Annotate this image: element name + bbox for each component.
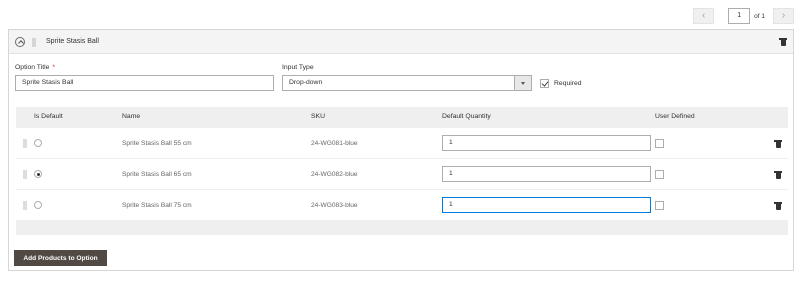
table-row: Sprite Stasis Ball 55 cm 24-WG081-blue 1 xyxy=(16,128,788,158)
product-name: Sprite Stasis Ball 55 cm xyxy=(122,140,192,147)
previous-page-button[interactable]: ‹ xyxy=(693,8,715,24)
header-sku: SKU xyxy=(311,113,325,120)
table-header: Is Default Name SKU Default Quantity Use… xyxy=(16,107,788,127)
drag-handle-icon[interactable] xyxy=(23,170,27,179)
is-default-radio[interactable] xyxy=(34,139,42,147)
is-default-radio[interactable] xyxy=(34,201,42,209)
product-sku: 24-WG082-blue xyxy=(311,171,358,178)
option-title-input[interactable]: Sprite Stasis Ball xyxy=(15,75,274,91)
user-defined-checkbox[interactable] xyxy=(655,201,664,210)
default-quantity-input[interactable]: 1 xyxy=(442,166,651,182)
header-default-quantity: Default Quantity xyxy=(442,113,491,120)
pager: ‹ 1 of 1 › xyxy=(693,8,794,24)
user-defined-checkbox[interactable] xyxy=(655,170,664,179)
product-name: Sprite Stasis Ball 75 cm xyxy=(122,202,192,209)
header-user-defined: User Defined xyxy=(655,113,695,120)
drag-handle-icon[interactable] xyxy=(23,139,27,148)
delete-row-icon[interactable] xyxy=(774,140,782,148)
chevron-right-icon: › xyxy=(781,10,786,21)
drag-handle-icon[interactable] xyxy=(23,201,27,210)
selections-table: Is Default Name SKU Default Quantity Use… xyxy=(16,107,788,235)
header-is-default: Is Default xyxy=(34,113,63,120)
delete-option-icon[interactable] xyxy=(779,38,787,46)
option-header-title: Sprite Stasis Ball xyxy=(46,38,99,45)
product-sku: 24-WG083-blue xyxy=(311,202,358,209)
required-star: * xyxy=(52,64,56,71)
default-quantity-input[interactable]: 1 xyxy=(442,135,651,151)
drag-handle-icon[interactable] xyxy=(32,38,36,47)
is-default-radio[interactable] xyxy=(34,170,42,178)
default-quantity-input[interactable]: 1 xyxy=(442,197,651,213)
option-title-label: Option Title * xyxy=(15,64,56,71)
required-label: Required xyxy=(554,80,582,87)
page-count-label: of 1 xyxy=(754,12,765,20)
collapse-icon[interactable] xyxy=(15,37,25,47)
table-row: Sprite Stasis Ball 65 cm 24-WG082-blue 1 xyxy=(16,159,788,189)
product-sku: 24-WG081-blue xyxy=(311,140,358,147)
bundle-option-panel: Sprite Stasis Ball Option Title * Sprite … xyxy=(8,29,794,271)
input-type-select[interactable]: Drop-down xyxy=(282,75,532,91)
table-row: Sprite Stasis Ball 75 cm 24-WG083-blue 1 xyxy=(16,190,788,220)
page-number-input[interactable]: 1 xyxy=(728,8,751,24)
delete-row-icon[interactable] xyxy=(774,171,782,179)
input-type-value: Drop-down xyxy=(289,79,323,86)
option-header: Sprite Stasis Ball xyxy=(9,30,793,54)
input-type-label: Input Type xyxy=(282,64,314,71)
header-name: Name xyxy=(122,113,141,120)
delete-row-icon[interactable] xyxy=(774,202,782,210)
chevron-left-icon: ‹ xyxy=(701,10,706,21)
required-checkbox[interactable] xyxy=(540,79,549,88)
product-name: Sprite Stasis Ball 65 cm xyxy=(122,171,192,178)
next-page-button[interactable]: › xyxy=(773,8,794,24)
add-products-to-option-button[interactable]: Add Products to Option xyxy=(14,250,107,266)
chevron-down-icon xyxy=(514,76,531,90)
user-defined-checkbox[interactable] xyxy=(655,139,664,148)
